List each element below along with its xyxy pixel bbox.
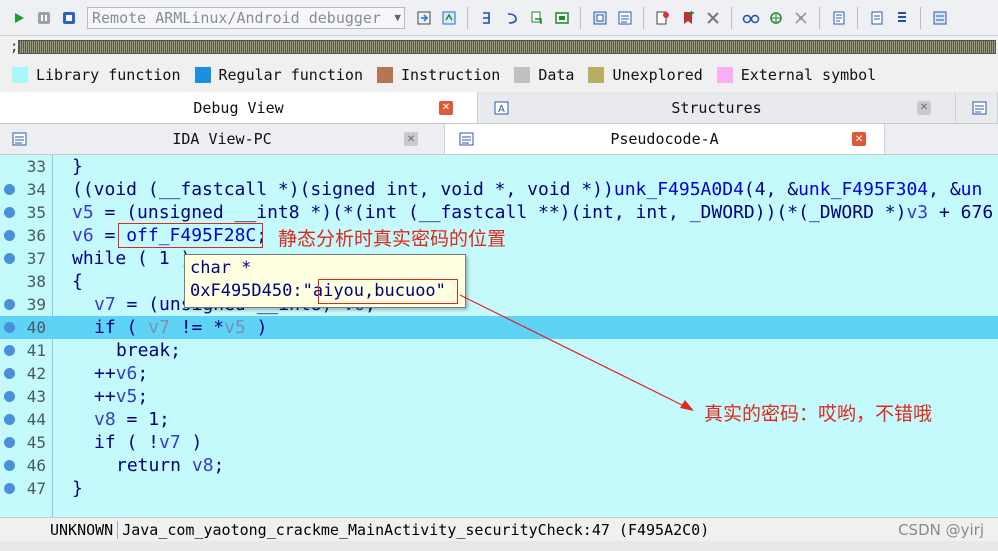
close-icon[interactable]: ✕ <box>439 100 453 115</box>
pseudocode-icon <box>459 132 475 146</box>
tab-label: IDA View-PC <box>172 130 272 148</box>
legend-swatch <box>377 67 393 83</box>
window-icon[interactable] <box>551 7 572 28</box>
toolbar: Remote ARMLinux/Android debugger ▼ <box>0 0 998 36</box>
status-function: Java_com_yaotong_crackme_MainActivity_se… <box>118 521 713 539</box>
legend-item-unexplored: Unexplored <box>588 66 703 84</box>
copy-window-icon[interactable] <box>589 7 610 28</box>
chevron-down-icon: ▼ <box>394 10 401 24</box>
return-icon[interactable] <box>526 7 547 28</box>
close-icon[interactable]: ✕ <box>404 132 418 146</box>
tab-label: Debug View <box>193 98 284 117</box>
legend-item-data: Data <box>514 66 574 84</box>
tab-debug-view[interactable]: Debug View ✕ <box>0 92 478 123</box>
list-icon[interactable] <box>828 7 849 28</box>
annotation-real-password: 真实的密码：哎哟，不错哦 <box>704 403 933 425</box>
step-into-icon[interactable] <box>413 7 434 28</box>
navigation-band[interactable]: ; <box>0 36 998 60</box>
legend-item-instruction: Instruction <box>377 66 500 84</box>
stop-icon[interactable] <box>58 7 79 28</box>
segments-icon[interactable] <box>929 7 950 28</box>
bottom-strip <box>0 541 998 551</box>
stack-icon[interactable] <box>891 7 912 28</box>
settings-icon[interactable] <box>790 7 811 28</box>
legend-item-external-symbol: External symbol <box>716 66 877 84</box>
color-legend: Library function Regular function Instru… <box>0 60 998 90</box>
tab-row-bottom: IDA View-PC ✕ Pseudocode-A ✕ <box>0 124 998 155</box>
list-window-icon[interactable] <box>614 7 635 28</box>
legend-label: Data <box>538 66 575 84</box>
legend-label: Regular function <box>218 66 364 84</box>
legend-label: Library function <box>36 66 181 84</box>
toolbar-separator <box>920 6 921 29</box>
add-breakpoint-icon[interactable] <box>652 7 673 28</box>
step-over-icon[interactable] <box>438 7 459 28</box>
navigation-band-strip[interactable] <box>18 40 996 54</box>
legend-swatch <box>514 67 531 83</box>
status-state: UNKNOWN <box>48 521 119 539</box>
bookmark-icon[interactable] <box>677 7 698 28</box>
run-to-cursor-icon[interactable] <box>476 7 497 28</box>
legend-label: Unexplored <box>612 66 703 84</box>
pause-icon[interactable] <box>33 7 54 28</box>
legend-item-library-function: Library function <box>12 66 181 84</box>
structure-icon: A <box>494 101 510 115</box>
legend-label: External symbol <box>740 66 877 84</box>
legend-label: Instruction <box>401 66 501 84</box>
debugger-select[interactable]: Remote ARMLinux/Android debugger ▼ <box>87 6 405 29</box>
disassembly-icon <box>12 132 28 146</box>
toolbar-separator <box>819 6 820 29</box>
toolbar-separator <box>580 6 581 29</box>
legend-item-regular-function: Regular function <box>194 66 364 84</box>
tab-overflow[interactable] <box>956 92 998 123</box>
toolbar-separator <box>467 6 468 29</box>
export-icon[interactable] <box>866 7 887 28</box>
step-out-icon[interactable] <box>501 7 522 28</box>
pseudocode-view[interactable]: 33 } 34 ((void (__fastcall *)(signed int… <box>0 155 998 517</box>
legend-swatch <box>588 67 605 83</box>
tab-structures[interactable]: A Structures ✕ <box>478 92 956 123</box>
play-icon[interactable] <box>8 7 29 28</box>
tab-ida-view-pc[interactable]: IDA View-PC ✕ <box>0 124 445 154</box>
close-icon[interactable]: ✕ <box>852 132 866 146</box>
legend-swatch <box>194 67 211 83</box>
close-icon[interactable]: ✕ <box>917 100 931 115</box>
share-icon[interactable] <box>765 7 786 28</box>
legend-swatch <box>716 67 733 83</box>
debugger-select-value: Remote ARMLinux/Android debugger <box>92 8 381 27</box>
watch-icon[interactable] <box>740 7 761 28</box>
legend-swatch <box>12 67 28 83</box>
tab-label: Structures <box>671 98 762 117</box>
status-location: UNKNOWN Java_com_yaotong_crackme_MainAct… <box>48 519 713 541</box>
tools-icon[interactable] <box>702 7 723 28</box>
status-address: (F495A2C0) <box>618 521 710 539</box>
status-function-name: Java_com_yaotong_crackme_MainActivity_se… <box>122 521 610 539</box>
tab-row-top: Debug View ✕ A Structures ✕ <box>0 92 998 124</box>
svg-text:A: A <box>498 104 505 115</box>
toolbar-separator <box>857 6 858 29</box>
status-bar: UNKNOWN Java_com_yaotong_crackme_MainAct… <box>0 517 998 541</box>
tab-pseudocode-a[interactable]: Pseudocode-A ✕ <box>445 124 885 154</box>
toolbar-separator <box>643 6 644 29</box>
list-window-icon <box>972 101 988 115</box>
watermark: CSDN @yirj <box>898 521 984 539</box>
tab-label: Pseudocode-A <box>610 130 719 148</box>
toolbar-separator <box>731 6 732 29</box>
annotation-arrow-icon <box>459 294 694 411</box>
